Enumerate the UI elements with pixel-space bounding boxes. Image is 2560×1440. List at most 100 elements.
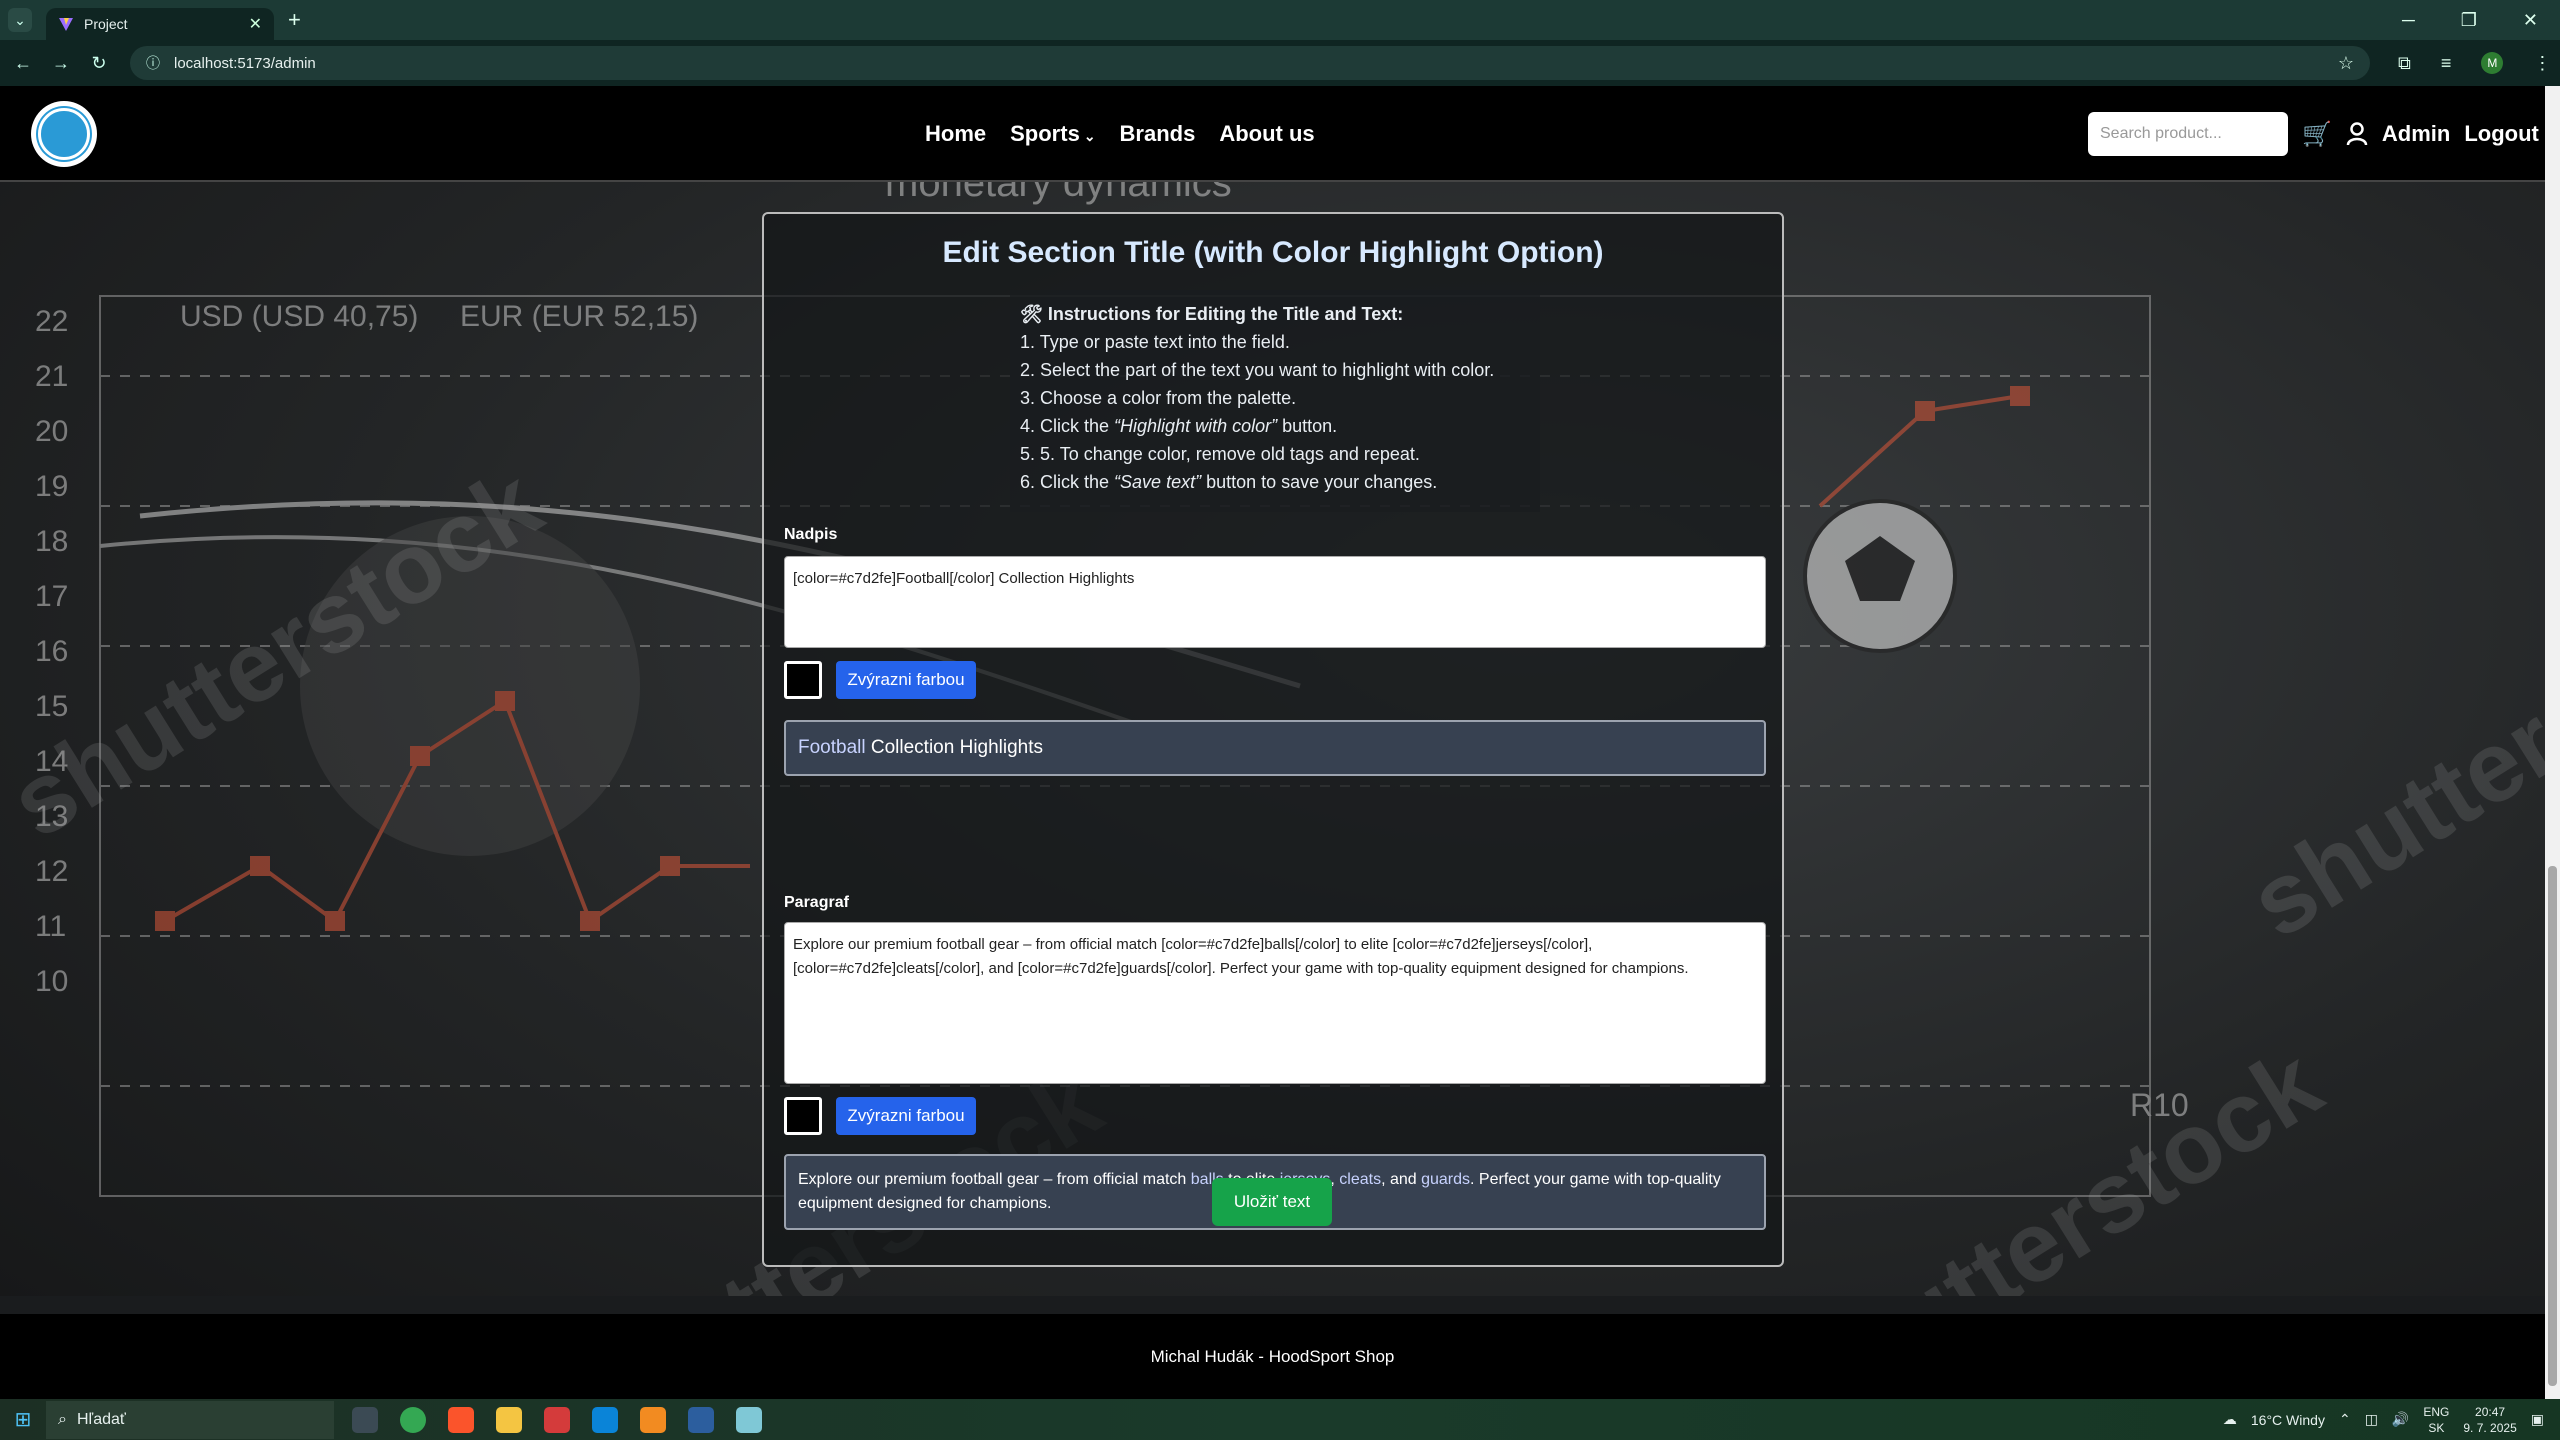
taskbar-search[interactable]: ⌕ Hľadať	[46, 1400, 334, 1439]
nav-brands[interactable]: Brands	[1120, 121, 1196, 147]
save-text-button[interactable]: Uložiť text	[1212, 1178, 1332, 1226]
product-search-input[interactable]: Search product...	[2088, 112, 2288, 156]
windows-start-icon[interactable]: ⊞	[0, 1407, 46, 1432]
svg-text:17: 17	[35, 580, 68, 613]
svg-text:19: 19	[35, 470, 68, 503]
media-controls-icon[interactable]: ≡	[2441, 53, 2452, 74]
vite-favicon-icon	[59, 18, 73, 31]
paragraph-preview-text-4: , and	[1381, 1171, 1422, 1188]
weather-text[interactable]: 16°C Windy	[2251, 1412, 2325, 1428]
clock-date: 9. 7. 2025	[2463, 1420, 2517, 1435]
site-logo[interactable]	[31, 101, 97, 167]
reload-icon[interactable]: ↻	[84, 53, 114, 74]
nav-about[interactable]: About us	[1219, 121, 1314, 147]
page-scrollbar[interactable]	[2545, 86, 2560, 1399]
nav-home[interactable]: Home	[925, 121, 986, 147]
tab-list-button[interactable]: ⌄	[8, 8, 32, 32]
chrome-icon[interactable]	[400, 1406, 426, 1433]
window-close-icon[interactable]: ✕	[2523, 10, 2538, 31]
brave-icon[interactable]	[448, 1406, 474, 1433]
network-icon[interactable]: ◫	[2365, 1411, 2378, 1428]
admin-link[interactable]: Admin	[2382, 121, 2450, 147]
step-4-emphasis: “Highlight with color”	[1114, 416, 1278, 436]
volume-icon[interactable]: 🔊	[2392, 1411, 2409, 1428]
vscode-icon[interactable]	[592, 1406, 618, 1433]
language-code: ENG	[2423, 1404, 2450, 1419]
svg-text:USD (USD 40,75): USD (USD 40,75)	[180, 300, 418, 333]
system-tray: ☁ 16°C Windy ⌃ ◫ 🔊 ENG SK 20:47 9. 7. 2025…	[2223, 1404, 2544, 1436]
title-preview-highlight: Football	[798, 737, 866, 758]
edit-section-panel: Edit Section Title (with Color Highlight…	[762, 212, 1784, 1267]
user-icon[interactable]	[2346, 122, 2368, 146]
paragraph-field-label: Paragraf	[784, 894, 849, 911]
instructions-heading: 🛠 Instructions for Editing the Title and…	[1020, 300, 1530, 328]
title-highlight-button[interactable]: Zvýrazni farbou	[836, 661, 976, 699]
step-6-pre: 6. Click the	[1020, 472, 1115, 492]
window-controls: ─ ❐ ✕	[2402, 10, 2538, 31]
cart-icon[interactable]: 🛒	[2302, 120, 2332, 149]
logo-emblem-icon	[38, 108, 90, 160]
instruction-step-6: 6. Click the “Save text” button to save …	[1020, 468, 1530, 496]
extensions-icon[interactable]: ⧉	[2398, 53, 2411, 74]
tools-icon: 🛠	[1020, 304, 1043, 324]
language-indicator[interactable]: ENG SK	[2423, 1404, 2449, 1436]
svg-text:EUR (EUR 52,15): EUR (EUR 52,15)	[460, 300, 698, 333]
address-bar[interactable]: ⓘ localhost:5173/admin ☆	[130, 46, 2370, 80]
minimize-icon[interactable]: ─	[2402, 10, 2415, 31]
paragraph-textarea[interactable]: Explore our premium football gear – from…	[784, 922, 1766, 1084]
browser-menu-icon[interactable]: ⋮	[2533, 53, 2551, 74]
logout-link[interactable]: Logout	[2464, 121, 2539, 147]
page-viewport: 22 21 20 19 18 17 16 15 14 13 12 11 10 USD (USD …	[0, 86, 2545, 1399]
tab-close-icon[interactable]: ✕	[249, 14, 262, 34]
sublime-icon[interactable]	[640, 1406, 666, 1433]
instruction-step-4: 4. Click the “Highlight with color” butt…	[1020, 412, 1530, 440]
back-icon[interactable]: ←	[8, 53, 38, 74]
title-color-picker[interactable]	[784, 661, 822, 699]
panel-title: Edit Section Title (with Color Highlight…	[942, 236, 1604, 269]
title-textarea[interactable]: [color=#c7d2fe]Football[/color] Collecti…	[784, 556, 1766, 648]
instruction-step-5: 5. 5. To change color, remove old tags a…	[1020, 444, 1420, 464]
paragraph-preview-highlight-4: guards	[1421, 1171, 1471, 1188]
paragraph-highlight-button[interactable]: Zvýrazni farbou	[836, 1097, 976, 1135]
notepad-icon[interactable]	[736, 1406, 762, 1433]
svg-text:18: 18	[35, 525, 68, 558]
step-6-post: button to save your changes.	[1201, 472, 1438, 492]
instructions-heading-text: Instructions for Editing the Title and T…	[1047, 304, 1404, 324]
restore-icon[interactable]: ❐	[2461, 10, 2477, 31]
search-icon: ⌕	[58, 1410, 67, 1428]
svg-text:16: 16	[35, 635, 68, 668]
profile-avatar[interactable]: M	[2481, 52, 2504, 74]
scrollbar-thumb[interactable]	[2548, 866, 2557, 1386]
app-icon[interactable]	[544, 1406, 570, 1433]
forward-icon[interactable]: →	[46, 53, 76, 74]
paragraph-color-picker[interactable]	[784, 1097, 822, 1135]
svg-text:22: 22	[35, 305, 68, 338]
weather-icon[interactable]: ☁	[2223, 1411, 2237, 1428]
task-view-icon[interactable]	[352, 1406, 378, 1433]
paragraph-preview-text-1: Explore our premium football gear – from…	[798, 1171, 1191, 1188]
svg-text:shutterstock: shutterstock	[2231, 546, 2545, 959]
bookmark-star-icon[interactable]: ☆	[2338, 53, 2354, 74]
site-info-icon[interactable]: ⓘ	[146, 53, 160, 73]
file-explorer-icon[interactable]	[496, 1406, 522, 1433]
browser-tab-project[interactable]: Project ✕	[46, 8, 274, 40]
windows-taskbar: ⊞ ⌕ Hľadať ☁ 16°C Windy ⌃ ◫ 🔊 ENG SK 20:4…	[0, 1399, 2560, 1440]
nav-sports[interactable]: Sports ⌄	[1010, 121, 1095, 147]
notifications-icon[interactable]: ▣	[2531, 1411, 2544, 1428]
instruction-step-1: 1. Type or paste text into the field.	[1020, 332, 1290, 352]
title-preview: Football Collection Highlights	[784, 720, 1766, 776]
chevron-down-icon: ⌄	[1083, 128, 1096, 144]
title-preview-rest: Collection Highlights	[865, 737, 1044, 758]
keyboard-layout: SK	[2428, 1420, 2445, 1435]
clock[interactable]: 20:47 9. 7. 2025	[2463, 1404, 2516, 1436]
url-text: localhost:5173/admin	[174, 54, 316, 72]
footer-text: Michal Hudák - HoodSport Shop	[1150, 1346, 1395, 1366]
site-header: Home Sports ⌄ Brands About us Search prod…	[0, 86, 2545, 182]
tray-chevron-icon[interactable]: ⌃	[2339, 1411, 2351, 1428]
svg-text:21: 21	[35, 360, 68, 393]
new-tab-icon[interactable]: +	[288, 7, 301, 33]
visual-studio-icon[interactable]	[688, 1406, 714, 1433]
step-4-pre: 4. Click the	[1020, 416, 1115, 436]
instruction-step-2: 2. Select the part of the text you want …	[1020, 360, 1495, 380]
title-field-label: Nadpis	[784, 526, 838, 543]
